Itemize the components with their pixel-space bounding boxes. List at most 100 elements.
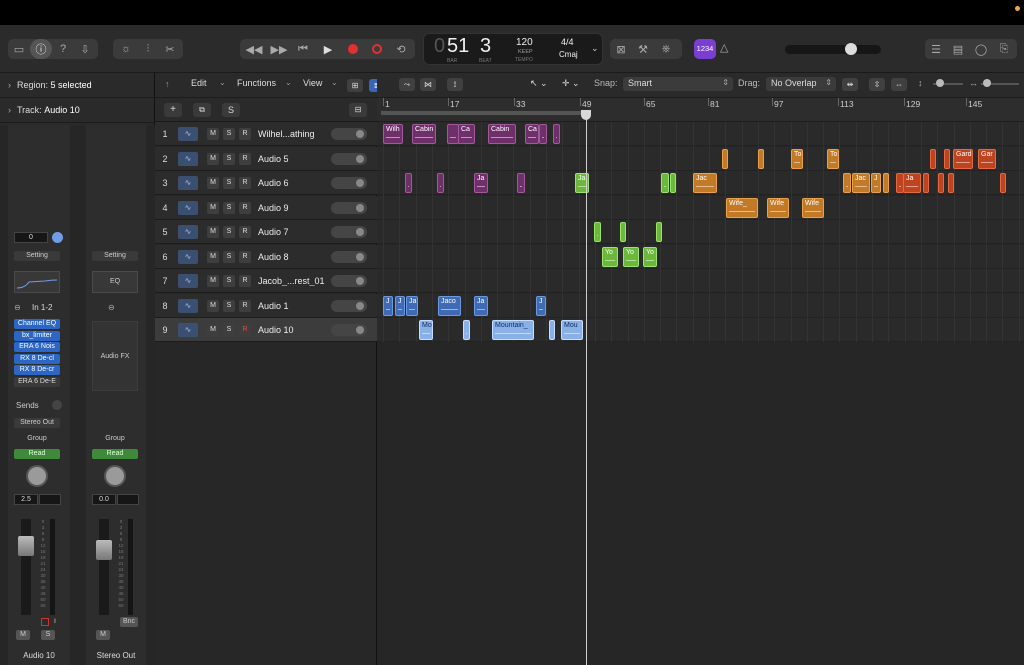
audio-region[interactable]: Wife [802, 197, 824, 218]
track-header[interactable]: 5 ∿ M S R Audio 7 [155, 220, 377, 244]
track-lane[interactable] [377, 269, 1024, 293]
mute-button[interactable]: M [96, 630, 110, 640]
audio-region[interactable] [944, 148, 950, 169]
slider-thumb[interactable] [936, 79, 944, 87]
solo-button[interactable]: S [41, 630, 55, 640]
snap-dropdown[interactable]: Smart ⇕ [623, 77, 733, 91]
tracks-area[interactable]: 1 17 33 49 65 81 97 113 129 145 Wilh Cabin Ca Cabin C… [377, 98, 1024, 665]
audio-region[interactable]: Ja [474, 295, 488, 316]
audio-region[interactable]: J [395, 295, 405, 316]
inspector-icon[interactable]: ⓘ [30, 39, 52, 59]
audio-fx-slot[interactable]: Audio FX [92, 321, 138, 391]
automation-mode[interactable]: Read [14, 449, 60, 459]
setting-button[interactable]: Setting [92, 251, 138, 261]
track-lane[interactable] [377, 244, 1024, 269]
solo-button[interactable]: S [223, 226, 235, 238]
audio-region[interactable]: Yo [602, 246, 618, 267]
audio-region[interactable]: Ca [525, 124, 539, 144]
waveform-zoom-icon[interactable]: ⇹ [842, 78, 858, 91]
setting-button[interactable]: Setting [14, 251, 60, 261]
audio-region[interactable] [594, 222, 601, 242]
track-header[interactable]: 7 ∿ M S R Jacob_...rest_01 [155, 269, 377, 293]
plugin-slot[interactable]: RX 8 De-cr [14, 365, 60, 375]
toolbar-toggle-icon[interactable]: ⇩ [74, 39, 96, 59]
track-on-off-toggle[interactable] [331, 250, 367, 263]
audio-region[interactable] [463, 320, 470, 340]
track-on-off-toggle[interactable] [331, 226, 367, 238]
record-enable-button[interactable]: R [239, 250, 251, 263]
solo-button[interactable]: S [223, 177, 235, 189]
input-slot[interactable]: In 1-2 [32, 303, 52, 312]
bounce-button[interactable]: Bnc [120, 617, 138, 627]
track-on-off-toggle[interactable] [331, 324, 367, 336]
replace-icon[interactable]: ⎈ [655, 39, 677, 59]
audio-region[interactable]: Cabin [412, 124, 436, 144]
audio-region[interactable] [517, 173, 525, 193]
view-menu[interactable]: View [303, 78, 322, 88]
mute-button[interactable]: M [207, 128, 219, 140]
audio-region[interactable]: J [871, 173, 881, 193]
duplicate-track-icon[interactable]: ⧉ [193, 103, 211, 117]
region-inspector-header[interactable]: › Region: 5 selected [0, 73, 155, 98]
audio-region[interactable] [938, 173, 944, 193]
audio-region[interactable] [620, 222, 626, 242]
record-enable-button[interactable]: R [239, 152, 251, 165]
record-enable-button[interactable] [41, 618, 49, 626]
mixer-icon[interactable]: ⫶ [137, 39, 159, 59]
track-header[interactable]: 2 ∿ M S R Audio 5 [155, 146, 377, 171]
track-name[interactable]: Audio 7 [258, 227, 338, 237]
library-icon[interactable]: ▭ [8, 39, 30, 59]
record-enable-button[interactable]: R [239, 201, 251, 214]
solo-button[interactable]: S [223, 275, 235, 287]
pan-value-field[interactable]: 0 [14, 232, 48, 243]
audio-region[interactable]: Yo [643, 246, 657, 267]
audio-region[interactable]: Mountain_ [492, 320, 534, 340]
audio-region[interactable] [883, 173, 889, 193]
notepad-icon[interactable]: ▤ [947, 39, 969, 59]
audio-region[interactable]: Wilh [383, 124, 403, 144]
master-volume-thumb[interactable] [845, 43, 858, 55]
sends-knob[interactable] [52, 400, 62, 410]
drag-dropdown[interactable]: No Overlap ⇕ [766, 77, 836, 91]
rewind-icon[interactable]: ◀◀ [243, 39, 265, 59]
fader-handle[interactable] [18, 535, 34, 556]
audio-region[interactable] [930, 148, 936, 169]
record-enable-button[interactable]: R [239, 226, 251, 238]
track-on-off-toggle[interactable] [331, 275, 367, 287]
track-header[interactable]: 8 ∿ M S R Audio 1 [155, 293, 377, 318]
replace-record-button[interactable] [366, 39, 388, 59]
fader-track[interactable] [96, 519, 112, 615]
track-name[interactable]: Audio 10 [258, 325, 338, 335]
slider-thumb[interactable] [983, 79, 991, 87]
plugin-slot[interactable]: bx_limiter [14, 330, 60, 341]
catch-playhead-icon[interactable]: ⟟ [447, 78, 463, 91]
record-enable-button[interactable]: R [239, 128, 251, 140]
plugin-slot[interactable]: ERA 6 De-E [14, 376, 60, 387]
audio-region[interactable]: Gar [978, 148, 996, 169]
track-lane[interactable] [377, 146, 1024, 171]
audio-region[interactable] [722, 148, 728, 169]
fader-track[interactable] [18, 519, 34, 615]
plugin-slot[interactable]: RX 8 De-cl [14, 353, 60, 364]
track-header[interactable]: 3 ∿ M S R Audio 6 [155, 171, 377, 195]
go-to-start-icon[interactable]: ⏮ [292, 39, 314, 59]
record-enable-button[interactable]: R [239, 299, 251, 312]
global-solo-button[interactable]: S [222, 103, 240, 117]
plugin-slot[interactable]: ERA 6 Nois [14, 342, 60, 352]
input-monitor-button[interactable]: I [51, 618, 59, 626]
audio-region[interactable] [1000, 173, 1006, 193]
audio-region[interactable] [553, 124, 560, 144]
mute-button[interactable]: M [207, 324, 219, 336]
second-tool-icon[interactable]: ✛ ⌄ [562, 78, 580, 89]
cycle-icon[interactable]: ⟲ [390, 39, 412, 59]
fader-handle[interactable] [96, 540, 112, 561]
lcd-chevron-icon[interactable]: ⌄ [591, 43, 599, 54]
audio-region[interactable]: Gard [953, 148, 973, 169]
track-lane[interactable] [377, 220, 1024, 244]
automation-mode[interactable]: Read [92, 449, 138, 459]
lcd-display[interactable]: 0 51 3 BAR BEAT 120 KEEP TEMPO 4/4 Cmaj … [423, 33, 603, 65]
mute-button[interactable]: M [207, 201, 219, 214]
play-icon[interactable]: ▶ [317, 39, 339, 59]
track-header[interactable]: 1 ∿ M S R Wilhel...athing [155, 122, 377, 146]
eq-slot[interactable]: EQ [92, 271, 138, 293]
